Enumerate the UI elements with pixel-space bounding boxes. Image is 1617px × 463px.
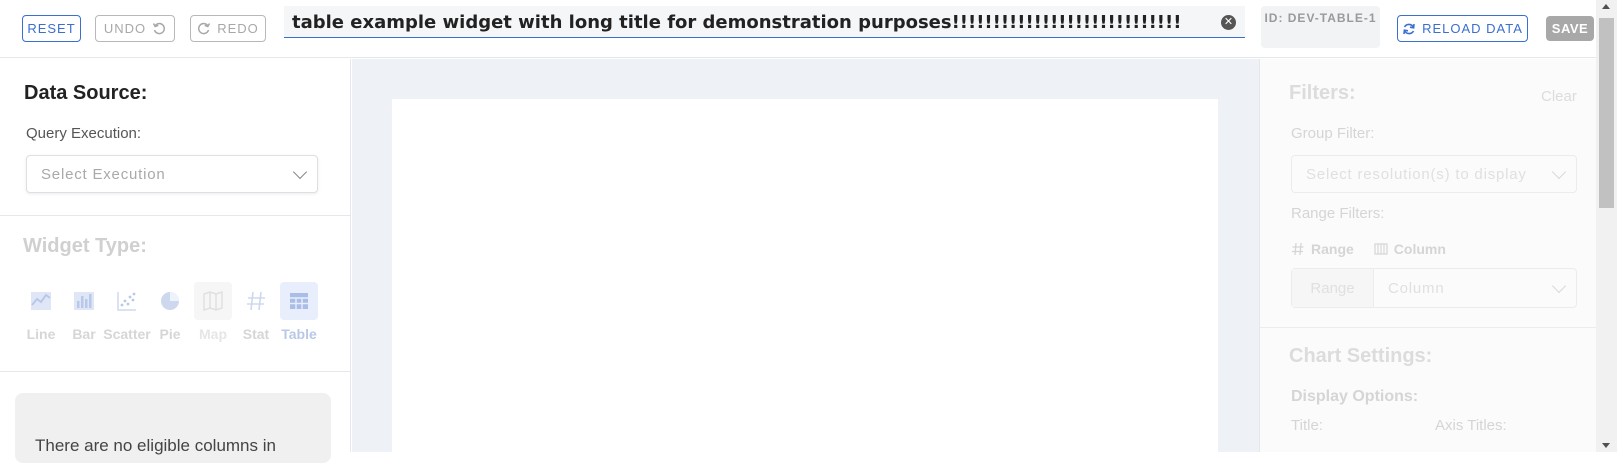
widget-type-heading: Widget Type:: [23, 235, 147, 257]
range-placeholder: Range: [1310, 279, 1355, 297]
undo-label: UNDO: [103, 21, 147, 36]
right-panel: Filters: Clear Group Filter: Select reso…: [1259, 59, 1597, 452]
reset-button[interactable]: RESET: [22, 15, 81, 42]
widget-type-table-label: Table: [281, 326, 317, 342]
map-icon: [203, 290, 223, 312]
divider: [0, 371, 351, 372]
widget-title-input[interactable]: [292, 10, 1212, 34]
redo-label: REDO: [217, 21, 259, 36]
chevron-down-icon: [1551, 164, 1567, 180]
widget-type-table[interactable]: Table: [280, 282, 318, 342]
scatter-chart-icon: [117, 292, 136, 311]
range-filters-label: Range Filters:: [1291, 205, 1385, 222]
group-filter-label: Group Filter:: [1291, 125, 1375, 142]
reload-data-button[interactable]: RELOAD DATA: [1397, 15, 1528, 42]
range-input[interactable]: Range: [1292, 269, 1374, 307]
tab-range-label: Range: [1311, 241, 1354, 257]
widget-preview-canvas: [392, 99, 1218, 459]
redo-button[interactable]: REDO: [190, 15, 266, 42]
scroll-up-arrow-icon[interactable]: [1602, 4, 1610, 9]
filters-heading: Filters:: [1289, 82, 1356, 104]
title-setting-label: Title:: [1291, 417, 1323, 434]
range-filter-tabs: Range Column: [1291, 241, 1446, 257]
group-filter-select[interactable]: Select resolution(s) to display: [1291, 155, 1577, 193]
hash-icon: [247, 291, 265, 311]
clear-title-icon[interactable]: ✕: [1221, 15, 1236, 30]
display-options-label: Display Options:: [1291, 388, 1419, 405]
save-button[interactable]: SAVE: [1546, 16, 1594, 41]
reload-data-label: RELOAD DATA: [1422, 21, 1523, 36]
group-filter-placeholder: Select resolution(s) to display: [1306, 165, 1527, 183]
widget-id-label: ID: DEV-TABLE-1: [1264, 11, 1377, 25]
divider: [0, 215, 351, 216]
clear-filters-link[interactable]: Clear: [1541, 88, 1577, 105]
column-icon: [1374, 243, 1388, 255]
scrollbar-thumb[interactable]: [1599, 18, 1614, 208]
top-toolbar: RESET UNDO REDO ✕ ID: DEV-TABLE-1 RELOAD…: [0, 0, 1596, 58]
undo-icon: [152, 22, 166, 34]
preview-area: [352, 59, 1259, 459]
line-chart-icon: [31, 292, 51, 310]
data-source-heading: Data Source:: [24, 82, 148, 104]
hash-icon: [1292, 242, 1304, 256]
chevron-down-icon: [1551, 278, 1567, 294]
axis-titles-setting-label: Axis Titles:: [1435, 417, 1507, 434]
column-select[interactable]: Column: [1374, 269, 1576, 307]
column-placeholder: Column: [1388, 279, 1445, 297]
left-panel: Data Source: Query Execution: Select Exe…: [0, 59, 351, 463]
query-execution-select[interactable]: Select Execution: [26, 155, 318, 193]
save-label: SAVE: [1551, 21, 1589, 36]
widget-id-badge: ID: DEV-TABLE-1: [1261, 6, 1380, 48]
reset-label: RESET: [27, 21, 76, 36]
widget-type-picker: Line Bar Scatter Pie Map Stat Table: [22, 282, 322, 352]
widget-title-field: ✕: [284, 6, 1245, 38]
scroll-down-arrow-icon[interactable]: [1602, 443, 1610, 448]
pie-chart-icon: [161, 292, 179, 310]
chart-settings-heading: Chart Settings:: [1289, 345, 1433, 367]
bar-chart-icon: [74, 292, 94, 310]
range-filter-row: Range Column: [1291, 268, 1577, 308]
no-columns-message-box: There are no eligible columns in: [15, 393, 331, 463]
no-columns-message: There are no eligible columns in: [35, 436, 276, 455]
undo-button[interactable]: UNDO: [95, 15, 175, 42]
query-execution-placeholder: Select Execution: [41, 165, 166, 183]
refresh-icon: [1403, 23, 1415, 34]
query-execution-label: Query Execution:: [26, 125, 142, 142]
tab-range[interactable]: Range: [1291, 241, 1354, 257]
page-scrollbar[interactable]: [1596, 0, 1617, 452]
redo-icon: [198, 22, 211, 34]
table-icon: [290, 293, 308, 309]
tab-column-label: Column: [1393, 241, 1446, 257]
divider: [1260, 327, 1597, 328]
tab-column[interactable]: Column: [1374, 241, 1446, 257]
chevron-down-icon: [292, 164, 308, 180]
